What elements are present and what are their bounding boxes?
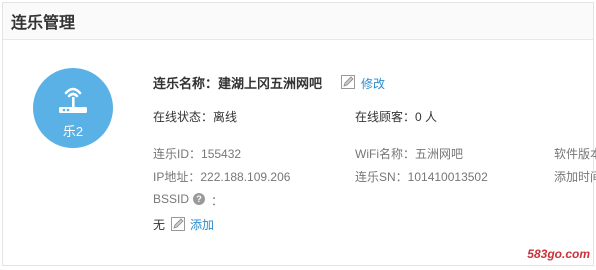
panel-header	[3, 3, 593, 40]
device-name-row: 连乐名称：建湖上冈五洲网吧	[153, 73, 322, 92]
wifi-name: WiFi名称：五洲网吧	[355, 145, 463, 162]
edit-icon[interactable]	[341, 75, 355, 89]
panel-title: 连乐管理	[11, 15, 76, 32]
device-badge-label: 乐2	[62, 124, 84, 139]
online-status-value: 离线	[213, 110, 238, 124]
online-customers: 在线顾客：0 人	[355, 108, 437, 125]
wifi-name-label: WiFi名称：	[355, 147, 415, 161]
ip-address-value: 222.188.109.206	[200, 170, 291, 184]
online-status-label: 在线状态：	[153, 110, 214, 124]
device-sn-label: 连乐SN：	[355, 170, 408, 184]
device-id-label: 连乐ID：	[153, 147, 202, 161]
ip-address-label: IP地址：	[153, 170, 201, 184]
bssid-colon: ：	[211, 194, 224, 208]
watermark: 583go.com	[527, 247, 590, 261]
edit-name-link[interactable]: 修改	[361, 75, 385, 92]
added-time-label: 添加时间	[554, 170, 596, 184]
device-sn-value: 101410013502	[407, 170, 488, 184]
ip-address: IP地址：222.188.109.206	[153, 168, 290, 185]
help-icon[interactable]: ?	[193, 193, 205, 205]
online-customers-value: 0 人	[415, 110, 438, 124]
bssid-label: BSSID	[153, 192, 190, 206]
edit-icon[interactable]	[171, 217, 185, 231]
device-id: 连乐ID：155432	[153, 145, 241, 162]
device-sn: 连乐SN：101410013502	[355, 168, 488, 185]
router-icon	[59, 87, 87, 113]
online-customers-label: 在线顾客：	[355, 110, 416, 124]
software-version-label: 软件版本	[554, 147, 596, 161]
device-name-value: 建湖上冈五洲网吧	[218, 76, 323, 91]
online-status: 在线状态：离线	[153, 108, 237, 125]
wifi-name-value: 五洲网吧	[415, 147, 464, 161]
device-name-label: 连乐名称：	[153, 76, 219, 91]
device-id-value: 155432	[201, 147, 242, 161]
device-avatar: 乐2	[33, 68, 113, 148]
bssid-value: 无	[153, 218, 166, 232]
bssid-add-link[interactable]: 添加	[190, 216, 214, 233]
